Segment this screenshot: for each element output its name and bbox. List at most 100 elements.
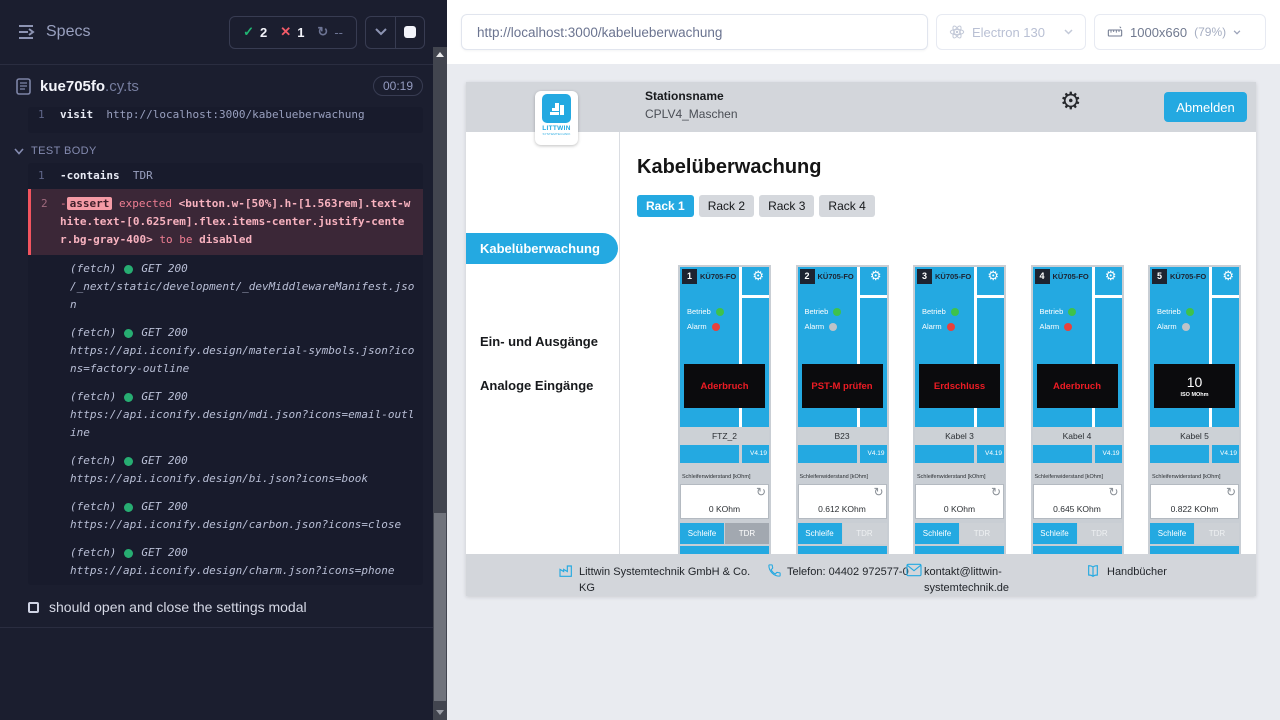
red-status-dot <box>712 323 720 331</box>
refresh-icon[interactable]: ↻ <box>1226 485 1236 499</box>
visit-command-row[interactable]: 1 visit http://localhost:3000/kabelueber… <box>28 107 423 128</box>
device-cards: 1 KÜ705-FO ⚙ Betrieb Alarm Aderbruch FTZ… <box>678 265 1241 554</box>
tab-rack-4[interactable]: Rack 4 <box>819 195 874 217</box>
phone-icon <box>767 563 783 579</box>
sidebar-item-ein-und-ausgaenge[interactable]: Ein- und Ausgänge <box>480 334 598 349</box>
aut-viewport: Stationsname CPLV4_Maschen ⚙ Abmelden LI… <box>447 64 1280 720</box>
schleife-button[interactable]: Schleife <box>1033 523 1077 544</box>
loop-resistance-box: ↻ 0 KOhm <box>680 484 769 519</box>
divider <box>0 627 433 628</box>
specs-menu-icon[interactable] <box>16 22 36 42</box>
loop-resistance-box: ↻ 0.612 KOhm <box>798 484 887 519</box>
viewport-selector[interactable]: 1000x660 (79%) <box>1094 14 1266 50</box>
schleife-button[interactable]: Schleife <box>915 523 959 544</box>
phone-number[interactable]: Telefon: 04402 972577-0 <box>787 564 913 580</box>
test-body-command-block: 1 -contains TDR 2 -assert expected <butt… <box>28 163 423 585</box>
logout-button[interactable]: Abmelden <box>1164 92 1247 122</box>
collapse-button[interactable] <box>366 17 395 48</box>
test-stats[interactable]: ✓2 ✕1 ↻-- <box>229 16 357 49</box>
device-card-1: 1 KÜ705-FO ⚙ Betrieb Alarm Aderbruch FTZ… <box>678 265 771 554</box>
loop-resistance-value: 0.645 KOhm <box>1034 504 1121 514</box>
firmware-version: V4.19 <box>742 445 769 463</box>
card-gear-icon[interactable]: ⚙ <box>870 269 882 282</box>
red-status-dot <box>947 323 955 331</box>
assert-error-row[interactable]: 2 -assert expected <button.w-[50%].h-[1.… <box>28 189 423 255</box>
tdr-button[interactable]: TDR <box>843 523 887 544</box>
spec-duration-badge: 00:19 <box>373 76 423 96</box>
alarm-indicator: Alarm <box>1157 322 1190 331</box>
refresh-icon: ↻ <box>317 24 328 40</box>
littwin-logo: LITTWIN SYSTEMTECHNIK <box>535 91 578 145</box>
manuals-link[interactable]: Handbücher <box>1107 564 1167 580</box>
tdr-button[interactable]: TDR <box>725 523 769 544</box>
refresh-icon[interactable]: ↻ <box>1108 485 1118 499</box>
scrollbar-track[interactable] <box>433 47 447 720</box>
url-input[interactable] <box>461 14 928 50</box>
settings-gear-icon[interactable]: ⚙ <box>1060 90 1082 114</box>
tdr-button[interactable]: TDR <box>1078 523 1122 544</box>
contains-command-row[interactable]: 1 -contains TDR <box>28 163 423 189</box>
schleife-button[interactable]: Schleife <box>1150 523 1194 544</box>
green-status-dot <box>716 308 724 316</box>
contact-email[interactable]: kontakt@littwin-systemtechnik.de <box>924 564 1032 596</box>
card-number-badge: 4 <box>1035 269 1050 284</box>
command-arg: TDR <box>133 169 153 182</box>
scrollbar-thumb[interactable] <box>434 513 446 701</box>
fetch-log-entry[interactable]: (fetch)GET 200 https://api.iconify.desig… <box>28 447 423 493</box>
tab-rack-3[interactable]: Rack 3 <box>759 195 814 217</box>
reporter-scrollbar[interactable] <box>433 0 447 720</box>
loop-resistance-value: 0.822 KOhm <box>1151 504 1238 514</box>
tdr-button[interactable]: TDR <box>960 523 1004 544</box>
gray-status-dot <box>829 323 837 331</box>
scroll-up-arrow[interactable] <box>436 52 444 57</box>
alarm-indicator: Alarm <box>922 322 955 331</box>
betrieb-indicator: Betrieb <box>1040 307 1077 316</box>
status-ok-dot <box>124 329 133 338</box>
card-gear-icon[interactable]: ⚙ <box>752 269 764 282</box>
card-number-badge: 3 <box>917 269 932 284</box>
fetch-log-entry[interactable]: (fetch)GET 200 https://api.iconify.desig… <box>28 319 423 383</box>
sidebar-item-kabelueberwachung[interactable]: Kabelüberwachung <box>466 233 618 264</box>
firmware-version: V4.19 <box>860 445 887 463</box>
green-status-dot <box>1068 308 1076 316</box>
loop-resistance-box: ↻ 0.645 KOhm <box>1033 484 1122 519</box>
tdr-button[interactable]: TDR <box>1195 523 1239 544</box>
alarm-indicator: Alarm <box>1040 322 1073 331</box>
pending-test-row[interactable]: should open and close the settings modal <box>0 585 433 627</box>
specs-label[interactable]: Specs <box>46 23 229 41</box>
tab-rack-2[interactable]: Rack 2 <box>699 195 754 217</box>
pending-test-icon <box>28 602 39 613</box>
card-gear-icon[interactable]: ⚙ <box>1105 269 1117 282</box>
fetch-log-entry[interactable]: (fetch)GET 200 https://api.iconify.desig… <box>28 539 423 585</box>
card-gear-icon[interactable]: ⚙ <box>1222 269 1234 282</box>
loop-resistance-label: Schleifenwiderstand [kOhm] <box>798 474 887 484</box>
tab-rack-1[interactable]: Rack 1 <box>637 195 694 217</box>
green-status-dot <box>833 308 841 316</box>
card-gear-icon[interactable]: ⚙ <box>987 269 999 282</box>
aut-pane: Electron 130 1000x660 (79%) Stationsname… <box>447 0 1280 720</box>
status-ok-dot <box>124 503 133 512</box>
fetch-url: https://api.iconify.design/charm.json?ic… <box>70 562 415 580</box>
scroll-down-arrow[interactable] <box>436 710 444 715</box>
card-number-badge: 1 <box>682 269 697 284</box>
refresh-icon[interactable]: ↻ <box>873 485 883 499</box>
refresh-icon[interactable]: ↻ <box>756 485 766 499</box>
refresh-icon[interactable]: ↻ <box>991 485 1001 499</box>
schleife-button[interactable]: Schleife <box>680 523 724 544</box>
green-status-dot <box>1186 308 1194 316</box>
fetch-url: https://api.iconify.design/mdi.json?icon… <box>70 406 415 442</box>
betrieb-indicator: Betrieb <box>687 307 724 316</box>
sidebar-item-analoge-eingaenge[interactable]: Analoge Eingänge <box>480 378 593 393</box>
spec-file-icon <box>16 78 31 95</box>
fetch-log-entry[interactable]: (fetch)GET 200 https://api.iconify.desig… <box>28 383 423 447</box>
fetch-log-entry[interactable]: (fetch)GET 200 /_next/static/development… <box>28 255 423 319</box>
fetch-url: https://api.iconify.design/bi.json?icons… <box>70 470 415 488</box>
browser-selector[interactable]: Electron 130 <box>936 14 1086 50</box>
device-card-5: 5 KÜ705-FO ⚙ Betrieb Alarm 10ISO MOhm Ka… <box>1148 265 1241 554</box>
test-body-section[interactable]: TEST BODY <box>0 133 433 163</box>
schleife-button[interactable]: Schleife <box>798 523 842 544</box>
spec-file-row[interactable]: kue705fo.cy.ts 00:19 <box>0 65 433 107</box>
loop-resistance-value: 0.612 KOhm <box>799 504 886 514</box>
stop-button[interactable] <box>395 17 424 48</box>
fetch-log-entry[interactable]: (fetch)GET 200 https://api.iconify.desig… <box>28 493 423 539</box>
